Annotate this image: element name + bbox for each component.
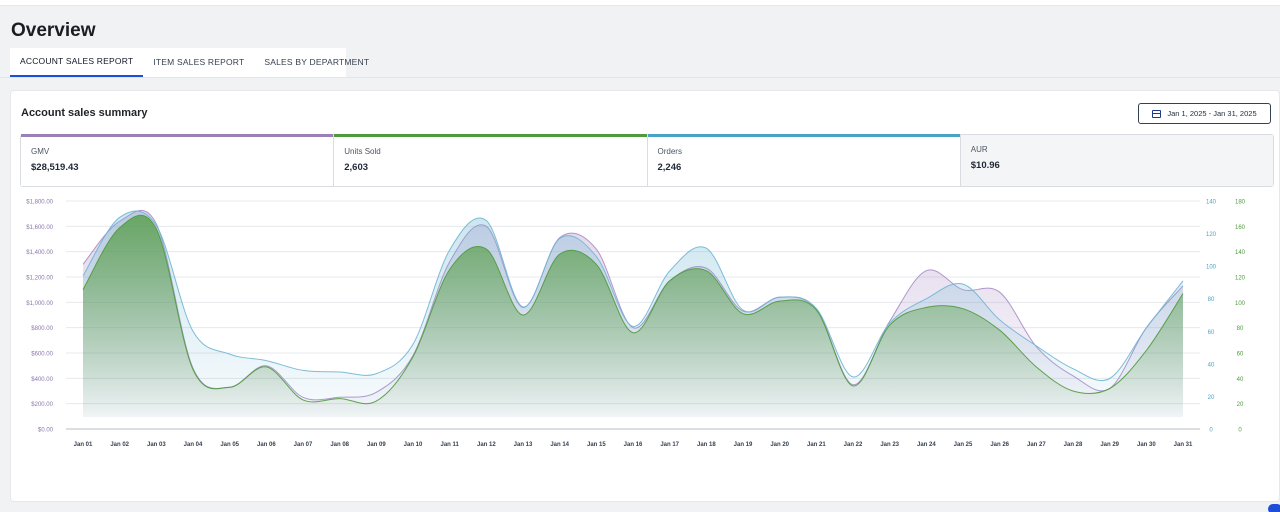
top-strip (0, 0, 1280, 6)
x-axis-tick-label: Jan 13 (514, 442, 533, 448)
x-axis-tick-label: Jan 16 (624, 442, 643, 448)
x-axis-tick-label: Jan 03 (147, 442, 166, 448)
units-axis-tick-label: 160 (1235, 225, 1246, 231)
metric-units-value: 2,603 (344, 162, 369, 173)
tab-account-sales-report[interactable]: ACCOUNT SALES REPORT (10, 48, 144, 77)
x-axis-tick-label: Jan 24 (917, 442, 936, 448)
x-axis-tick-label: Jan 07 (294, 442, 313, 448)
x-axis-tick-label: Jan 27 (1027, 442, 1046, 448)
orders-axis-tick-label: 0 (1209, 428, 1213, 434)
left-axis-tick-label: $400.00 (31, 377, 53, 383)
x-axis-tick-label: Jan 06 (257, 442, 276, 448)
left-axis-tick-label: $200.00 (31, 402, 53, 408)
tabs-divider (0, 77, 1280, 78)
x-axis-tick-label: Jan 01 (74, 442, 93, 448)
left-axis-tick-label: $1,200.00 (26, 276, 53, 282)
metric-gmv-label: GMV (31, 147, 50, 156)
x-axis-tick-label: Jan 02 (110, 442, 129, 448)
metric-units-label: Units Sold (344, 147, 381, 156)
x-axis-tick-label: Jan 08 (330, 442, 349, 448)
x-axis-tick-label: Jan 21 (807, 442, 826, 448)
date-range-label: Jan 1, 2025 - Jan 31, 2025 (1167, 109, 1257, 118)
x-axis-tick-label: Jan 17 (660, 442, 679, 448)
tab-sales-by-department[interactable]: SALES BY DEPARTMENT (254, 48, 379, 77)
metric-orders-value: 2,246 (657, 162, 682, 173)
x-axis-tick-label: Jan 30 (1137, 442, 1156, 448)
x-axis-tick-label: Jan 31 (1174, 442, 1193, 448)
metric-aur[interactable]: AUR $10.96 (960, 135, 1273, 186)
units-axis-tick-label: 0 (1238, 428, 1242, 434)
x-axis-tick-label: Jan 05 (220, 442, 239, 448)
sales-area-chart: $0.00 $200.00 $400.00 $600.00 $800.00 $1,000.… (26, 200, 1246, 449)
left-axis-tick-label: $1,600.00 (26, 225, 53, 231)
x-axis-tick-label: Jan 10 (404, 442, 423, 448)
x-axis-tick-label: Jan 26 (990, 442, 1009, 448)
x-axis-tick-label: Jan 04 (184, 442, 203, 448)
series-area-units-sold (83, 215, 1183, 417)
metric-orders-label: Orders (657, 147, 682, 156)
card-title: Account sales summary (21, 107, 148, 119)
x-axis-tick-label: Jan 11 (440, 442, 459, 448)
metrics-row: GMV $28,519.43 Units Sold 2,603 Orders 2… (20, 134, 1274, 187)
units-axis-tick-label: 80 (1237, 326, 1244, 332)
x-axis-tick-label: Jan 23 (880, 442, 899, 448)
calendar-icon (1152, 109, 1162, 118)
metric-aur-value: $10.96 (970, 160, 1000, 171)
units-axis-tick-label: 40 (1237, 377, 1244, 383)
scroll-indicator[interactable] (1268, 504, 1280, 512)
units-axis-tick-label: 120 (1235, 276, 1246, 282)
units-axis-tick-label: 100 (1235, 301, 1246, 307)
metric-gmv-value: $28,519.43 (31, 162, 79, 173)
report-tabs: ACCOUNT SALES REPORT ITEM SALES REPORT S… (10, 48, 369, 77)
x-axis-tick-label: Jan 19 (734, 442, 753, 448)
metric-orders[interactable]: Orders 2,246 (647, 134, 961, 186)
units-axis-tick-label: 20 (1237, 402, 1244, 408)
left-axis-tick-label: $0.00 (38, 428, 54, 434)
left-axis-tick-label: $1,800.00 (26, 200, 53, 206)
metric-units-color-bar (334, 134, 647, 137)
left-axis-tick-label: $1,400.00 (26, 250, 53, 256)
orders-axis-tick-label: 80 (1208, 297, 1215, 303)
metric-aur-label: AUR (970, 145, 988, 154)
orders-axis-tick-label: 100 (1206, 265, 1217, 271)
metric-gmv[interactable]: GMV $28,519.43 (21, 134, 335, 186)
x-axis-tick-label: Jan 29 (1100, 442, 1119, 448)
orders-axis-tick-label: 140 (1206, 200, 1217, 206)
x-axis-tick-label: Jan 20 (770, 442, 789, 448)
left-axis-tick-label: $600.00 (31, 352, 53, 358)
x-axis-tick-label: Jan 12 (477, 442, 496, 448)
left-axis-tick-label: $1,000.00 (26, 301, 53, 307)
left-axis-tick-label: $800.00 (31, 326, 53, 332)
x-axis-tick-label: Jan 25 (954, 442, 973, 448)
x-axis-tick-label: Jan 28 (1064, 442, 1083, 448)
x-axis-tick-label: Jan 18 (697, 442, 716, 448)
x-axis-tick-label: Jan 22 (844, 442, 863, 448)
tab-item-sales-report[interactable]: ITEM SALES REPORT (143, 48, 254, 77)
units-axis-tick-label: 60 (1237, 352, 1244, 358)
metric-orders-color-bar (647, 134, 960, 137)
date-range-button[interactable]: Jan 1, 2025 - Jan 31, 2025 (1138, 103, 1271, 124)
orders-axis-tick-label: 120 (1206, 232, 1217, 238)
x-axis-tick-label: Jan 15 (587, 442, 606, 448)
orders-axis-tick-label: 20 (1208, 395, 1215, 401)
units-axis-tick-label: 140 (1235, 250, 1246, 256)
metric-gmv-color-bar (21, 134, 334, 137)
metric-units-sold[interactable]: Units Sold 2,603 (334, 134, 648, 186)
x-axis-tick-label: Jan 09 (367, 442, 386, 448)
orders-axis-tick-label: 60 (1208, 330, 1215, 336)
units-axis-tick-label: 180 (1235, 200, 1246, 206)
orders-axis-tick-label: 40 (1208, 362, 1215, 368)
x-axis-tick-label: Jan 14 (550, 442, 569, 448)
page-title: Overview (11, 20, 96, 41)
